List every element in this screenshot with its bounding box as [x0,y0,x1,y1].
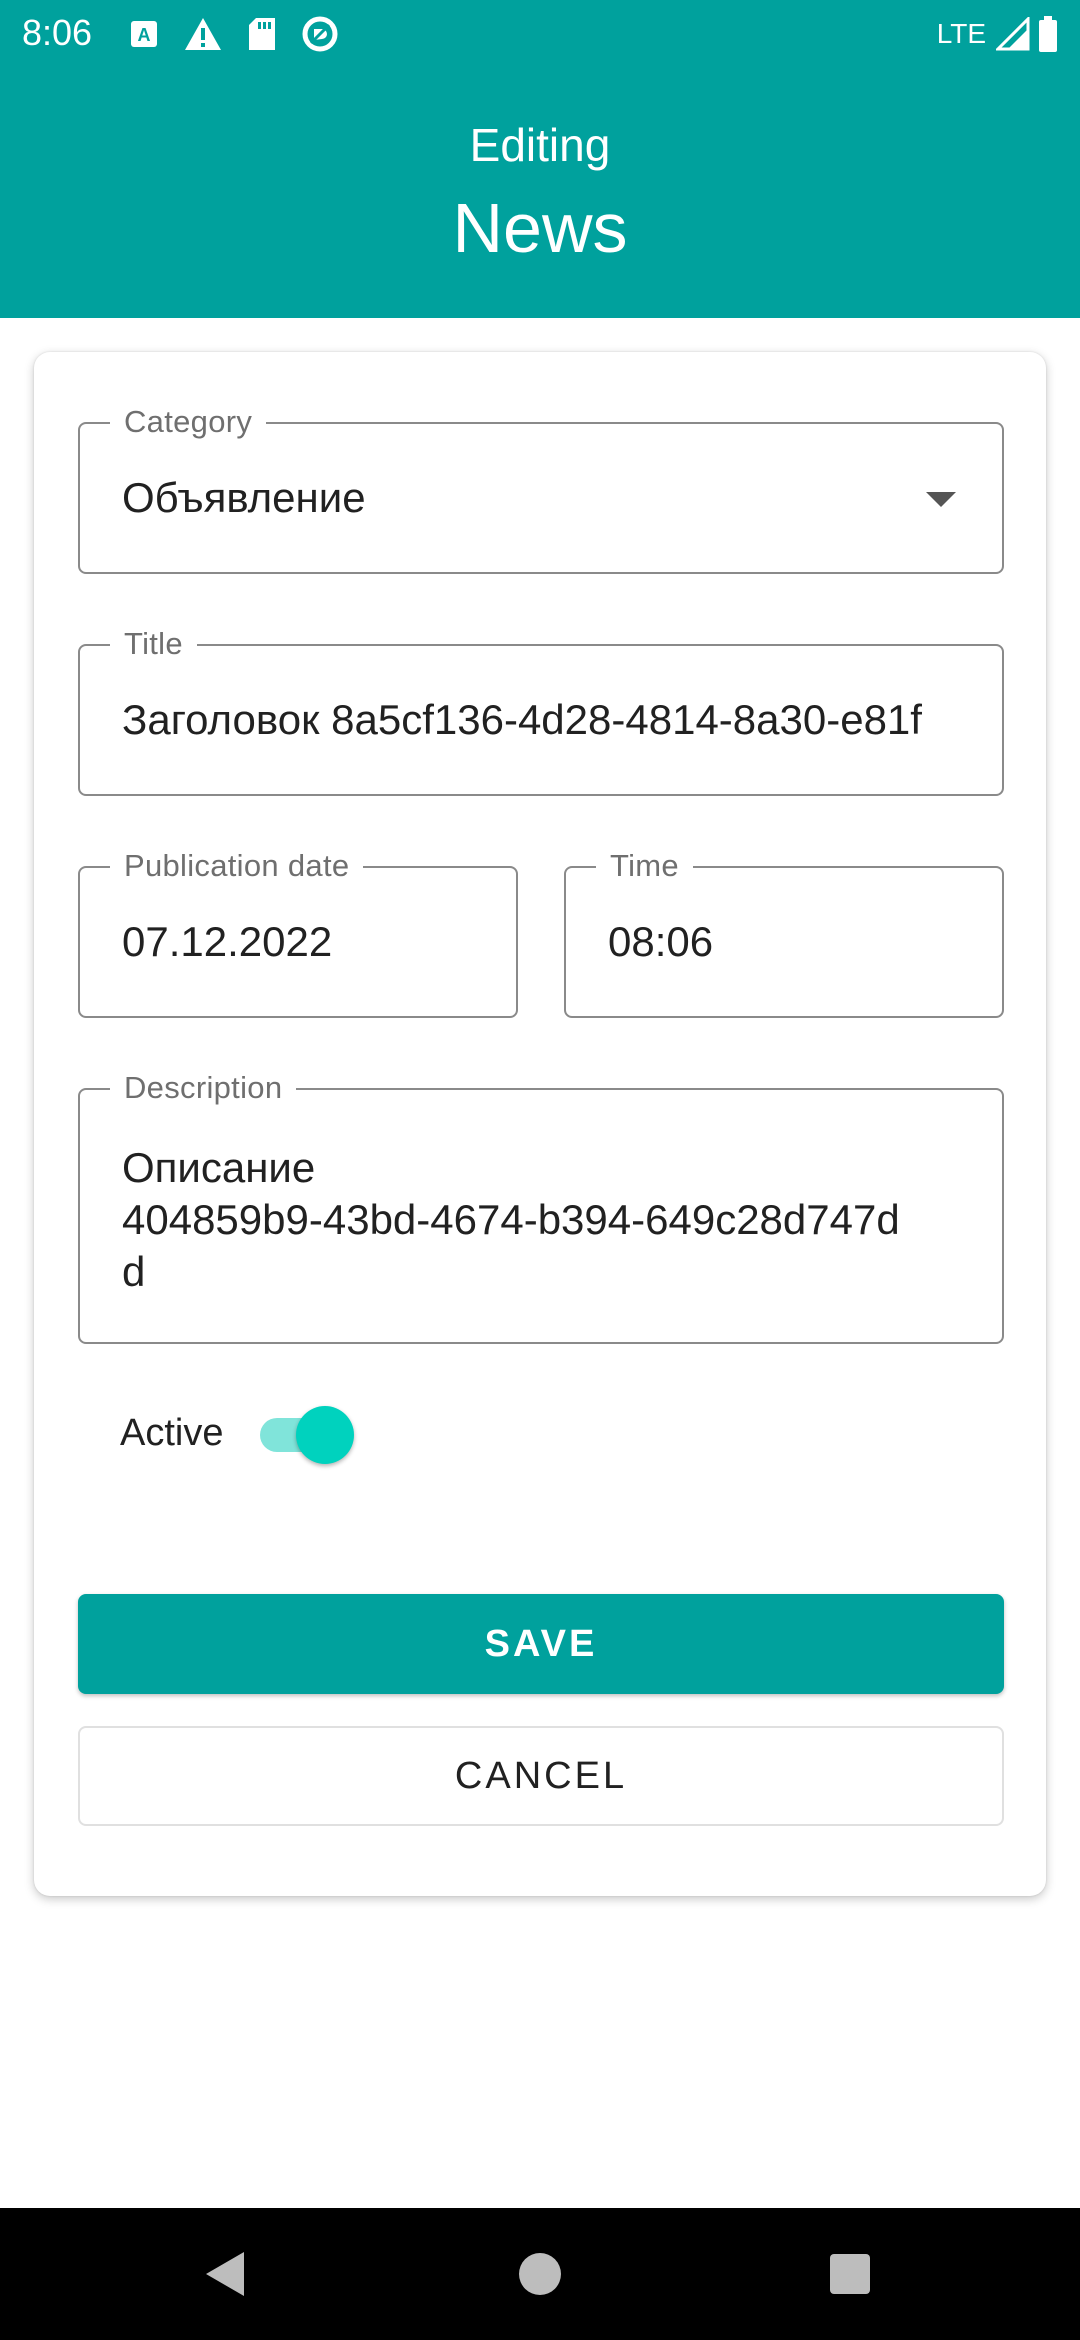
recent-apps-icon[interactable] [830,2254,870,2294]
description-value: Описание 404859b9-43bd-4674-b394-649c28d… [122,1144,900,1295]
back-icon[interactable] [206,2252,244,2296]
title-label: Title [110,626,197,662]
status-icons-left: A [130,14,338,54]
time-label: Time [596,848,693,884]
time-field[interactable]: Time 08:06 [564,848,1004,1018]
description-label: Description [110,1070,297,1106]
page-title: News [452,189,628,267]
status-time: 8:06 [22,12,93,53]
no-disturb-icon [302,16,338,52]
a-keyboard-icon: A [131,21,157,47]
title-value: Заголовок 8a5cf136-4d28-4814-8a30-e81f [122,696,922,743]
category-value: Объявление [122,474,366,521]
signal-icon [996,17,1030,51]
active-label: Active [120,1412,224,1454]
status-icons-right: LTE [937,14,1058,54]
title-field[interactable]: Title Заголовок 8a5cf136-4d28-4814-8a30-… [78,626,1004,796]
dropdown-arrow-icon[interactable] [926,492,956,507]
app-header: 8:06 A LTE Editing News [0,0,1080,318]
header-subtitle: Editing [469,119,611,171]
home-icon[interactable] [519,2253,561,2295]
system-nav-bar [0,2208,1080,2340]
battery-icon [1039,16,1057,52]
network-type: LTE [936,18,986,49]
status-bar: 8:06 A LTE [0,0,1080,66]
time-value: 08:06 [608,918,714,965]
svg-text:A: A [138,25,151,45]
category-select[interactable]: Category Объявление [78,404,1004,574]
publication-date-field[interactable]: Publication date 07.12.2022 [78,848,518,1018]
active-switch[interactable] [296,1406,354,1464]
warning-icon [185,18,221,50]
publication-date-label: Publication date [110,848,364,884]
description-field[interactable]: Description Описание 404859b9-43bd-4674-… [78,1070,1004,1344]
cancel-button[interactable]: CANCEL [78,1726,1004,1826]
publication-date-value: 07.12.2022 [122,918,333,965]
save-button[interactable]: SAVE [78,1594,1004,1694]
sd-card-icon [249,18,275,50]
category-label: Category [110,404,267,440]
edit-form-card: Category Объявление Title Заголовок 8a5c… [34,352,1046,1896]
